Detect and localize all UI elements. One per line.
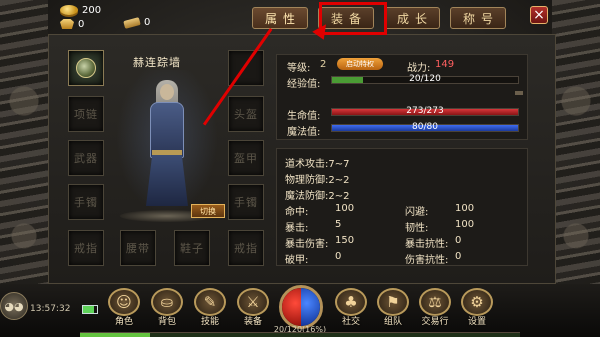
exp-slider-knob (515, 91, 523, 95)
hud-exp-bar (80, 332, 520, 337)
equip-slot-weapon[interactable]: 武器 (68, 140, 104, 176)
hit-label: 命中: (285, 207, 309, 218)
ingot-amount: 0 (78, 18, 85, 30)
menu-social-button[interactable]: ♣ 社交 (333, 288, 369, 328)
exp-label: 经验值: (287, 79, 321, 90)
damage-resist-label: 伤害抗性: (405, 255, 449, 266)
toughness-label: 韧性: (405, 223, 429, 234)
trade-icon: ⚖ (419, 288, 451, 316)
bound-gold-icon (123, 16, 141, 29)
bag-icon: ⛀ (151, 288, 183, 316)
activate-privilege-button[interactable]: 启动特权 (337, 58, 383, 70)
team-icon: ⚑ (377, 288, 409, 316)
clock: 13:57:32 (30, 304, 71, 314)
dodge-label: 闪避: (405, 207, 429, 218)
level-value: 2 (320, 59, 327, 70)
hit-value: 100 (335, 203, 355, 214)
menu-skills-button[interactable]: ✎ 技能 (192, 288, 228, 328)
magic-defense: 魔法防御:2~2 (285, 191, 350, 202)
equip-slot-amulet[interactable] (68, 50, 104, 86)
armor-pen-value: 0 (335, 251, 342, 262)
settings-icon: ⚙ (461, 288, 493, 316)
menu-equipment-button[interactable]: ⚔ 装备 (235, 288, 271, 328)
mp-bar: 80/80 (331, 122, 519, 132)
character-figure (142, 80, 192, 210)
crit-damage-value: 150 (335, 235, 355, 246)
dodge-value: 100 (455, 203, 475, 214)
power-value: 149 (435, 59, 455, 70)
exp-bar-text: 20/120 (409, 74, 441, 84)
menu-settings-button[interactable]: ⚙ 设置 (459, 288, 495, 328)
swap-appearance-button[interactable]: 切换 (191, 204, 225, 218)
currency-display: 200 0 0 (60, 3, 160, 31)
social-icon: ♣ (335, 288, 367, 316)
close-button[interactable]: × (530, 6, 548, 24)
level-label: 等级: (287, 63, 311, 74)
detail-stats-box: 道术攻击:7~7 物理防御:2~2 魔法防御:2~2 命中: 100 闪避: 1… (276, 148, 528, 266)
exp-bar: 20/120 (331, 74, 519, 84)
hp-mp-orb (279, 285, 323, 329)
tab-growth[interactable]: 成长 (384, 7, 440, 29)
hp-bar-text: 273/273 (406, 106, 444, 116)
panel-tabs: 属性 装备 成长 称号 (252, 7, 506, 29)
mp-orb-half (301, 288, 320, 326)
crit-resist-label: 暴击抗性: (405, 239, 449, 250)
crit-value: 5 (335, 219, 342, 230)
equip-slot-ring-right[interactable]: 戒指 (228, 230, 264, 266)
equip-slot-belt[interactable]: 腰带 (120, 230, 156, 266)
character-model (112, 70, 222, 222)
ingot-icon (60, 19, 74, 29)
equip-slot-bracelet-right[interactable]: 手镯 (228, 184, 264, 220)
mp-label: 魔法值: (287, 127, 321, 138)
hp-bar: 273/273 (331, 106, 519, 116)
equip-slot-bracelet-left[interactable]: 手镯 (68, 184, 104, 220)
hud-exp-fill (80, 333, 151, 337)
physical-defense: 物理防御:2~2 (285, 175, 350, 186)
emote-button[interactable]: ◕◕ (0, 292, 28, 320)
damage-resist-value: 0 (455, 251, 462, 262)
mp-bar-text: 80/80 (412, 122, 438, 132)
equipment-icon: ⚔ (237, 288, 269, 316)
hp-orb-half (282, 288, 301, 326)
gold-amount: 200 (82, 4, 102, 16)
crit-damage-label: 暴击伤害: (285, 239, 329, 250)
equip-slot-armor[interactable]: 盔甲 (228, 140, 264, 176)
taoist-attack: 道术攻击:7~7 (285, 159, 350, 170)
skills-icon: ✎ (194, 288, 226, 316)
gold-coin-icon (60, 5, 78, 15)
crit-label: 暴击: (285, 223, 309, 234)
toughness-value: 100 (455, 219, 475, 230)
character-name: 赫连踪墙 (133, 56, 181, 69)
equip-slot-ring-left[interactable]: 戒指 (68, 230, 104, 266)
menu-bag-button[interactable]: ⛀ 背包 (149, 288, 185, 328)
hp-label: 生命值: (287, 111, 321, 122)
power-label: 战力: (407, 63, 431, 74)
crit-resist-value: 0 (455, 235, 462, 246)
bound-gold-amount: 0 (144, 17, 151, 28)
battery-icon (82, 305, 98, 314)
tab-titles[interactable]: 称号 (450, 7, 506, 29)
tab-attributes[interactable]: 属性 (252, 7, 308, 29)
equip-slot-necklace[interactable]: 项链 (68, 96, 104, 132)
equip-slot-helmet[interactable]: 头盔 (228, 96, 264, 132)
menu-trade-button[interactable]: ⚖ 交易行 (417, 288, 453, 328)
menu-team-button[interactable]: ⚑ 组队 (375, 288, 411, 328)
menu-character-button[interactable]: ☺ 角色 (106, 288, 142, 328)
character-icon: ☺ (108, 288, 140, 316)
armor-pen-label: 破甲: (285, 255, 309, 266)
core-stats-box: 等级: 2 启动特权 战力: 149 经验值: 20/120 生命值: 273/… (276, 54, 528, 140)
equip-slot-boots[interactable]: 鞋子 (174, 230, 210, 266)
amulet-icon (76, 58, 96, 78)
